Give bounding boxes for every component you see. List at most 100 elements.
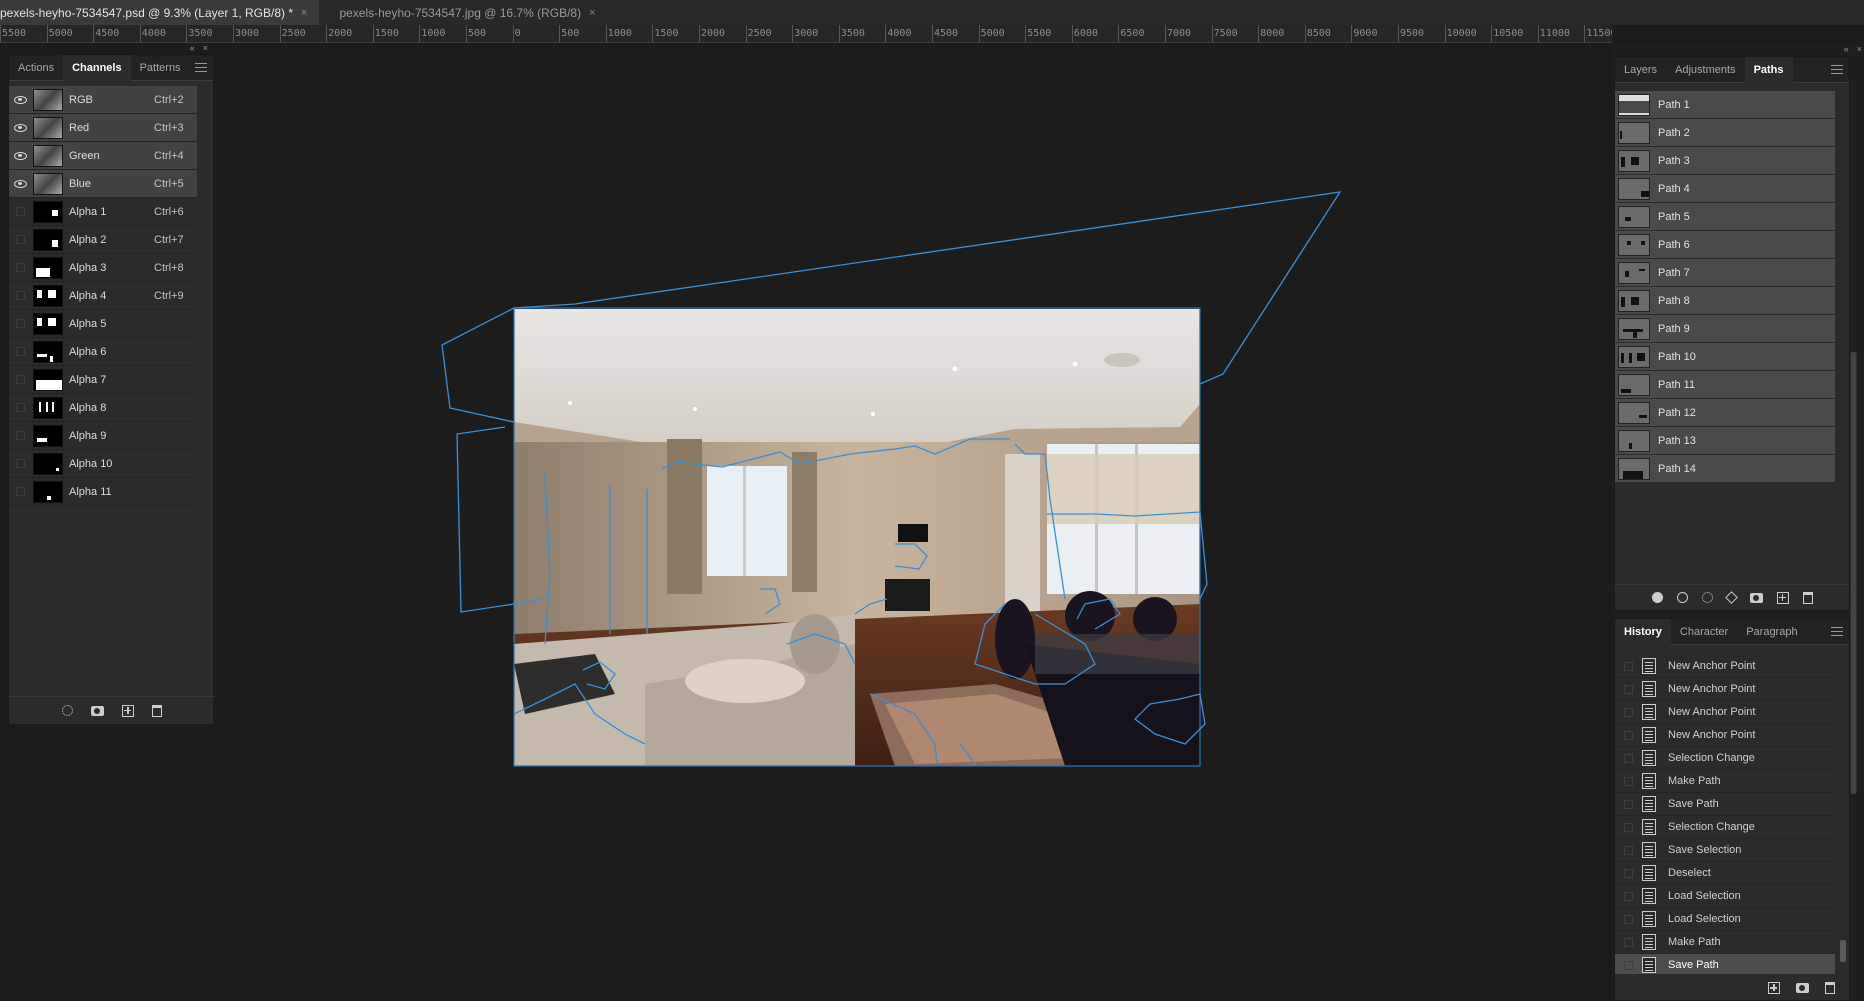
visibility-toggle[interactable]: [9, 198, 31, 226]
right-column-scroll-thumb[interactable]: [1851, 352, 1856, 794]
history-source-checkbox[interactable]: [1624, 707, 1633, 717]
close-panel-icon[interactable]: ×: [1857, 44, 1862, 56]
path-row[interactable]: Path 8: [1615, 287, 1835, 315]
channel-row[interactable]: Alpha 2 Ctrl+7: [9, 226, 197, 254]
history-state[interactable]: Deselect: [1615, 862, 1835, 885]
tab-adjustments[interactable]: Adjustments: [1666, 57, 1745, 83]
history-state[interactable]: New Anchor Point: [1615, 724, 1835, 747]
history-state[interactable]: New Anchor Point: [1615, 701, 1835, 724]
history-source-checkbox[interactable]: [1624, 822, 1633, 832]
fill-path-icon[interactable]: [1651, 592, 1663, 603]
channel-row[interactable]: Alpha 7: [9, 366, 197, 394]
channel-row[interactable]: Alpha 6: [9, 338, 197, 366]
channel-row[interactable]: Alpha 8: [9, 394, 197, 422]
tab-paths[interactable]: Paths: [1744, 56, 1793, 83]
channel-row[interactable]: Alpha 3 Ctrl+8: [9, 254, 197, 282]
collapse-icon[interactable]: «: [190, 43, 195, 54]
history-source-checkbox[interactable]: [1624, 960, 1633, 970]
history-state[interactable]: Save Path: [1615, 793, 1835, 816]
visibility-toggle[interactable]: [9, 394, 31, 422]
tab-history[interactable]: History: [1615, 618, 1671, 645]
tab-paragraph[interactable]: Paragraph: [1737, 619, 1806, 645]
history-state[interactable]: Selection Change: [1615, 816, 1835, 839]
save-selection-channel-icon[interactable]: [91, 705, 104, 716]
snapshot-icon[interactable]: [1796, 983, 1809, 993]
eye-icon[interactable]: [9, 142, 31, 170]
tab-character[interactable]: Character: [1671, 619, 1737, 645]
tab-channels[interactable]: Channels: [63, 54, 131, 81]
history-source-checkbox[interactable]: [1624, 868, 1633, 878]
channel-row[interactable]: RGB Ctrl+2: [9, 86, 197, 114]
visibility-toggle[interactable]: [9, 338, 31, 366]
path-row[interactable]: Path 10: [1615, 343, 1835, 371]
history-source-checkbox[interactable]: [1624, 937, 1633, 947]
channel-row[interactable]: Red Ctrl+3: [9, 114, 197, 142]
history-source-checkbox[interactable]: [1624, 661, 1633, 671]
panel-menu-icon[interactable]: [195, 63, 207, 72]
visibility-toggle[interactable]: [9, 226, 31, 254]
channel-row[interactable]: Blue Ctrl+5: [9, 170, 197, 198]
path-row[interactable]: Path 3: [1615, 147, 1835, 175]
canvas-area[interactable]: [215, 44, 1611, 1001]
history-state[interactable]: Save Path: [1615, 954, 1835, 974]
document-tab-psd[interactable]: pexels-heyho-7534547.psd @ 9.3% (Layer 1…: [0, 0, 320, 25]
history-state[interactable]: New Anchor Point: [1615, 655, 1835, 678]
history-scrollbar[interactable]: [1839, 649, 1847, 974]
tab-patterns[interactable]: Patterns: [131, 55, 190, 81]
channel-row[interactable]: Alpha 10: [9, 450, 197, 478]
new-channel-icon[interactable]: [122, 704, 134, 717]
delete-path-icon[interactable]: [1802, 591, 1813, 604]
stroke-path-icon[interactable]: [1676, 592, 1688, 603]
document-tab-jpg[interactable]: pexels-heyho-7534547.jpg @ 16.7% (RGB/8)…: [319, 0, 607, 25]
tab-layers[interactable]: Layers: [1615, 57, 1666, 83]
new-document-from-state-icon[interactable]: [1768, 982, 1780, 994]
history-source-checkbox[interactable]: [1624, 891, 1633, 901]
delete-state-icon[interactable]: [1825, 982, 1835, 994]
history-scroll-thumb[interactable]: [1840, 940, 1846, 962]
horizontal-ruler[interactable]: 5500 5000 4500 4000 3500 3000 2500 2000 1500 1000…: [0, 25, 1612, 43]
path-row[interactable]: Path 5: [1615, 203, 1835, 231]
panel-menu-icon[interactable]: [1831, 627, 1843, 636]
add-mask-icon[interactable]: [1749, 592, 1763, 603]
document-canvas[interactable]: [215, 44, 1611, 1001]
visibility-toggle[interactable]: [9, 366, 31, 394]
path-row[interactable]: Path 14: [1615, 455, 1835, 483]
history-state[interactable]: Save Selection: [1615, 839, 1835, 862]
panel-menu-icon[interactable]: [1831, 65, 1843, 74]
path-row[interactable]: Path 12: [1615, 399, 1835, 427]
close-tab-icon[interactable]: ×: [589, 7, 595, 19]
history-source-checkbox[interactable]: [1624, 730, 1633, 740]
history-source-checkbox[interactable]: [1624, 684, 1633, 694]
load-channel-selection-icon[interactable]: [62, 705, 73, 716]
path-row[interactable]: Path 13: [1615, 427, 1835, 455]
history-state[interactable]: Load Selection: [1615, 908, 1835, 931]
history-source-checkbox[interactable]: [1624, 753, 1633, 763]
tab-actions[interactable]: Actions: [9, 55, 63, 81]
path-row[interactable]: Path 11: [1615, 371, 1835, 399]
history-state[interactable]: Load Selection: [1615, 885, 1835, 908]
visibility-toggle[interactable]: [9, 422, 31, 450]
channel-row[interactable]: Alpha 11: [9, 478, 197, 506]
channel-row[interactable]: Green Ctrl+4: [9, 142, 197, 170]
right-column-scrollbar[interactable]: [1850, 352, 1857, 794]
history-source-checkbox[interactable]: [1624, 845, 1633, 855]
history-state[interactable]: New Anchor Point: [1615, 678, 1835, 701]
visibility-toggle[interactable]: [9, 310, 31, 338]
history-state[interactable]: Selection Change: [1615, 747, 1835, 770]
history-source-checkbox[interactable]: [1624, 799, 1633, 809]
path-row[interactable]: Path 1: [1615, 91, 1835, 119]
collapse-icon[interactable]: «: [1844, 44, 1849, 56]
channel-row[interactable]: Alpha 1 Ctrl+6: [9, 198, 197, 226]
new-path-icon[interactable]: [1776, 591, 1789, 604]
close-tab-icon[interactable]: ×: [301, 7, 307, 19]
path-row[interactable]: Path 6: [1615, 231, 1835, 259]
path-row[interactable]: Path 2: [1615, 119, 1835, 147]
eye-icon[interactable]: [9, 170, 31, 198]
eye-icon[interactable]: [9, 114, 31, 142]
channel-row[interactable]: Alpha 4 Ctrl+9: [9, 282, 197, 310]
eye-icon[interactable]: [9, 86, 31, 114]
load-path-selection-icon[interactable]: [1701, 592, 1713, 603]
delete-channel-icon[interactable]: [152, 704, 162, 717]
channel-row[interactable]: Alpha 5: [9, 310, 197, 338]
close-panel-icon[interactable]: ×: [203, 43, 208, 54]
